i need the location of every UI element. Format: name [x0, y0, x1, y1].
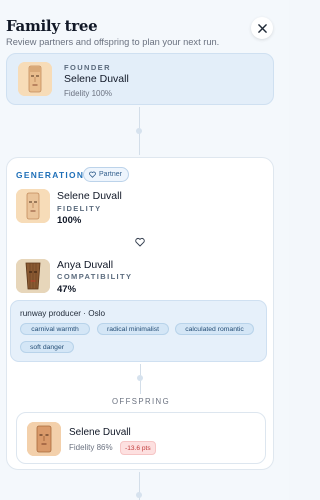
tree-node-dot	[137, 375, 143, 381]
offspring-name: Selene Duvall	[69, 427, 131, 438]
mask-icon	[16, 259, 50, 293]
generation-card: GENERATION 1 Partner Selene Duvall FIDEL…	[6, 157, 274, 470]
trait-tag: soft danger	[20, 341, 74, 353]
tree-node-dot	[136, 492, 142, 498]
founder-fidelity: Fidelity 100%	[64, 89, 113, 98]
founder-avatar	[18, 62, 52, 96]
offspring-label: OFFSPRING	[111, 397, 171, 406]
partner-stat-label: COMPATIBILITY	[57, 272, 133, 281]
page-subtitle: Review partners and offspring to plan yo…	[6, 37, 220, 47]
close-button[interactable]	[251, 17, 273, 39]
partner-avatar	[16, 259, 50, 293]
primary-avatar	[16, 189, 50, 223]
fidelity-delta-badge: -13.6 pts	[120, 441, 156, 455]
heart-icon	[135, 237, 145, 247]
family-tree-panel: Family tree Review partners and offsprin…	[0, 0, 289, 500]
primary-stat-label: FIDELITY	[57, 204, 102, 213]
portrait-icon	[18, 62, 52, 96]
partner-badge-label: Partner	[99, 171, 122, 178]
offspring-card[interactable]: Selene Duvall Fidelity 86% -13.6 pts	[16, 412, 266, 464]
primary-stat-value: 100%	[57, 215, 82, 226]
page-title: Family tree	[6, 17, 98, 35]
partner-stat-value: 47%	[57, 284, 77, 295]
founder-card[interactable]: FOUNDER Selene Duvall Fidelity 100%	[6, 53, 274, 105]
founder-name: Selene Duvall	[64, 73, 129, 85]
trait-tag: carnival warmth	[20, 323, 90, 335]
trait-tag: radical minimalist	[97, 323, 169, 335]
portrait-icon	[16, 189, 50, 223]
pairing-heart	[133, 235, 147, 249]
primary-name: Selene Duvall	[57, 190, 122, 202]
trait-tag: calculated romantic	[175, 323, 254, 335]
partner-occupation: runway producer · Oslo	[20, 309, 106, 318]
founder-kicker: FOUNDER	[64, 63, 111, 72]
offspring-fidelity: Fidelity 86%	[69, 443, 113, 452]
partner-badge: Partner	[83, 167, 129, 182]
portrait-icon	[27, 422, 61, 456]
heart-icon	[89, 171, 96, 178]
partner-name: Anya Duvall	[57, 259, 114, 271]
tree-node-dot	[136, 128, 142, 134]
partner-traits: runway producer · Oslo carnival warmth r…	[10, 300, 267, 362]
offspring-avatar	[27, 422, 61, 456]
close-icon	[257, 23, 267, 33]
